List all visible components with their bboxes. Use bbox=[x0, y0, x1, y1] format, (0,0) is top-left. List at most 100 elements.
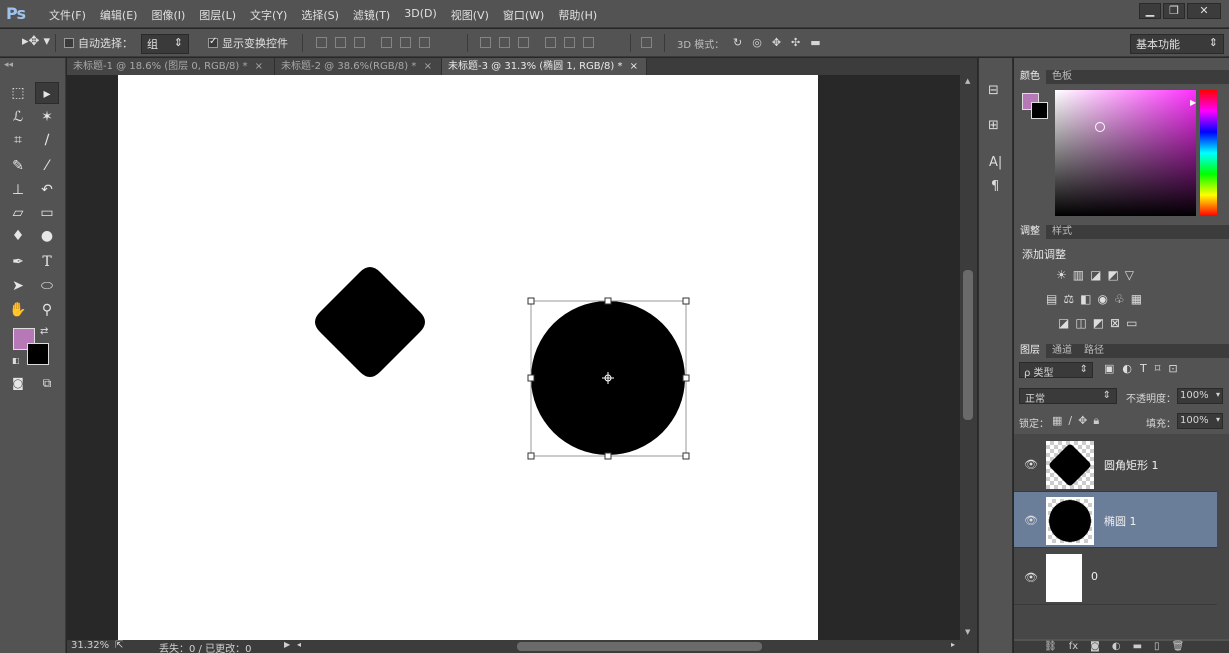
tab-adjustments[interactable]: 调整 bbox=[1014, 225, 1046, 239]
move-tool-icon[interactable]: ▸ bbox=[35, 82, 59, 104]
tab-document-1[interactable]: 未标题-1 @ 18.6% (图层 0, RGB/8) * × bbox=[67, 58, 275, 75]
tab-layers[interactable]: 图层 bbox=[1014, 344, 1046, 358]
layer-row-background[interactable]: 👁︎ 0 bbox=[1014, 549, 1217, 605]
lock-image-icon[interactable]: ∕ bbox=[1068, 414, 1072, 428]
align-right-icon[interactable] bbox=[419, 37, 430, 48]
eyedropper-tool-icon[interactable]: ∕ bbox=[35, 129, 59, 151]
brush-tool-icon[interactable]: ⁄ bbox=[35, 155, 59, 177]
workspace-dropdown[interactable]: 基本功能 ⇕ bbox=[1130, 34, 1224, 54]
tab-swatches[interactable]: 色板 bbox=[1046, 70, 1078, 84]
document-canvas[interactable] bbox=[118, 75, 818, 640]
hue-saturation-icon[interactable]: ▤ bbox=[1046, 292, 1057, 306]
dodge-tool-icon[interactable]: ● bbox=[35, 225, 59, 247]
layer-row-rounded-rect[interactable]: 👁︎ 圆角矩形 1 bbox=[1014, 436, 1217, 492]
zoom-level[interactable]: 31.32% bbox=[71, 640, 109, 651]
menu-help[interactable]: 帮助(H) bbox=[551, 7, 604, 23]
align-top-icon[interactable] bbox=[316, 37, 327, 48]
tab-channels[interactable]: 通道 bbox=[1046, 344, 1078, 358]
fx-icon[interactable]: fx bbox=[1069, 641, 1078, 652]
scroll-down-icon[interactable]: ▼ bbox=[965, 628, 970, 636]
move-tool-preset-icon[interactable]: ▸✥ ▾ bbox=[22, 34, 50, 49]
default-colors-icon[interactable]: ◧ bbox=[12, 356, 20, 365]
exposure-icon[interactable]: ◩ bbox=[1107, 268, 1118, 282]
3d-roll-icon[interactable]: ◎ bbox=[752, 36, 762, 49]
paragraph-panel-icon[interactable]: ¶ bbox=[991, 179, 999, 194]
link-layers-icon[interactable]: ⛓ bbox=[1044, 641, 1057, 652]
distribute-left-icon[interactable] bbox=[545, 37, 556, 48]
curves-icon[interactable]: ◪ bbox=[1090, 268, 1101, 282]
posterize-icon[interactable]: ◫ bbox=[1075, 316, 1086, 330]
vibrance-icon[interactable]: ▽ bbox=[1125, 268, 1134, 282]
tab-close-icon[interactable]: × bbox=[424, 61, 432, 72]
collapse-arrows-icon[interactable]: ◂◂ bbox=[4, 60, 13, 70]
filter-pixel-icon[interactable]: ▣ bbox=[1104, 362, 1114, 375]
clone-stamp-tool-icon[interactable]: ⊥ bbox=[6, 179, 30, 201]
blur-tool-icon[interactable]: ♦ bbox=[6, 225, 30, 247]
tab-paths[interactable]: 路径 bbox=[1078, 344, 1110, 358]
filter-adjustment-icon[interactable]: ◐ bbox=[1122, 362, 1132, 375]
gradient-map-icon[interactable]: ▭ bbox=[1126, 316, 1137, 330]
vertical-scroll-thumb[interactable] bbox=[963, 270, 973, 420]
lock-transparent-icon[interactable]: ▦ bbox=[1052, 414, 1062, 428]
layer-filter-dropdown[interactable]: ρ 类型 ⇕ bbox=[1019, 362, 1093, 379]
character-panel-icon[interactable]: A| bbox=[989, 155, 1002, 170]
crop-tool-icon[interactable]: ⌗ bbox=[6, 129, 30, 151]
blend-mode-dropdown[interactable]: 正常 ⇕ bbox=[1019, 388, 1117, 405]
restore-button[interactable]: ❐ bbox=[1163, 3, 1185, 19]
new-layer-icon[interactable]: ▯ bbox=[1154, 641, 1160, 652]
close-window-button[interactable]: ✕ bbox=[1187, 3, 1221, 19]
tab-close-icon[interactable]: × bbox=[630, 61, 638, 72]
new-adjustment-icon[interactable]: ◐ bbox=[1112, 641, 1121, 652]
swap-colors-icon[interactable]: ⇄ bbox=[40, 326, 48, 337]
tab-color[interactable]: 颜色 bbox=[1014, 70, 1046, 84]
auto-select-checkbox[interactable]: 自动选择： bbox=[64, 35, 133, 51]
scroll-up-icon[interactable]: ▲ bbox=[965, 77, 970, 85]
distribute-bottom-icon[interactable] bbox=[518, 37, 529, 48]
export-icon[interactable]: ⇱ bbox=[115, 640, 123, 651]
pen-tool-icon[interactable]: ✒ bbox=[6, 251, 30, 273]
filter-type-icon[interactable]: T bbox=[1140, 362, 1147, 375]
opacity-field[interactable]: 100% ▾ bbox=[1177, 388, 1223, 404]
selective-color-icon[interactable]: ⊠ bbox=[1110, 316, 1120, 330]
minimize-button[interactable]: ▁ bbox=[1139, 3, 1161, 19]
threshold-icon[interactable]: ◩ bbox=[1093, 316, 1104, 330]
healing-brush-tool-icon[interactable]: ✎ bbox=[6, 155, 30, 177]
magic-wand-tool-icon[interactable]: ✶ bbox=[35, 106, 59, 128]
menu-layer[interactable]: 图层(L) bbox=[192, 7, 243, 23]
show-transform-checkbox[interactable]: 显示变换控件 bbox=[208, 35, 288, 51]
lock-position-icon[interactable]: ✥ bbox=[1078, 414, 1087, 428]
brightness-icon[interactable]: ☀ bbox=[1056, 268, 1067, 282]
visibility-eye-icon[interactable]: 👁︎ bbox=[1024, 458, 1038, 471]
menu-select[interactable]: 选择(S) bbox=[294, 7, 346, 23]
menu-type[interactable]: 文字(Y) bbox=[243, 7, 294, 23]
3d-slide-icon[interactable]: ✣ bbox=[791, 36, 800, 49]
align-vcenter-icon[interactable] bbox=[335, 37, 346, 48]
layer-row-ellipse[interactable]: 👁︎ 椭圆 1 bbox=[1014, 492, 1217, 548]
scroll-right-icon[interactable]: ▸ bbox=[951, 640, 955, 649]
screen-mode-icon[interactable]: ⧉ bbox=[35, 372, 59, 394]
hue-slider[interactable] bbox=[1200, 90, 1217, 216]
distribute-vcenter-icon[interactable] bbox=[499, 37, 510, 48]
quick-mask-icon[interactable]: ◙ bbox=[6, 372, 30, 394]
layer-name[interactable]: 椭圆 1 bbox=[1104, 513, 1137, 529]
invert-icon[interactable]: ◪ bbox=[1058, 316, 1069, 330]
menu-view[interactable]: 视图(V) bbox=[444, 7, 496, 23]
hand-tool-icon[interactable]: ✋ bbox=[6, 299, 30, 321]
zoom-tool-icon[interactable]: ⚲ bbox=[35, 299, 59, 321]
marquee-tool-icon[interactable]: ⬚ bbox=[6, 82, 30, 104]
lock-all-icon[interactable]: 🔒︎ bbox=[1093, 414, 1099, 428]
hue-slider-arrow-icon[interactable]: ▶ bbox=[1190, 98, 1196, 107]
menu-image[interactable]: 图像(I) bbox=[144, 7, 192, 23]
color-picker-marker[interactable] bbox=[1095, 122, 1105, 132]
channel-mixer-icon[interactable]: ♧ bbox=[1114, 292, 1125, 306]
properties-panel-icon[interactable]: ⊞ bbox=[988, 118, 999, 133]
distribute-right-icon[interactable] bbox=[583, 37, 594, 48]
auto-select-dropdown[interactable]: 组 ⇕ bbox=[141, 34, 189, 54]
color-lookup-icon[interactable]: ▦ bbox=[1131, 292, 1142, 306]
tab-document-3[interactable]: 未标题-3 @ 31.3% (椭圆 1, RGB/8) * × bbox=[442, 58, 647, 75]
lasso-tool-icon[interactable]: ℒ bbox=[6, 106, 30, 128]
color-balance-icon[interactable]: ⚖ bbox=[1063, 292, 1074, 306]
tab-styles[interactable]: 样式 bbox=[1046, 225, 1078, 239]
visibility-eye-icon[interactable]: 👁︎ bbox=[1024, 514, 1038, 527]
tab-document-2[interactable]: 未标题-2 @ 38.6%(RGB/8) * × bbox=[275, 58, 442, 75]
